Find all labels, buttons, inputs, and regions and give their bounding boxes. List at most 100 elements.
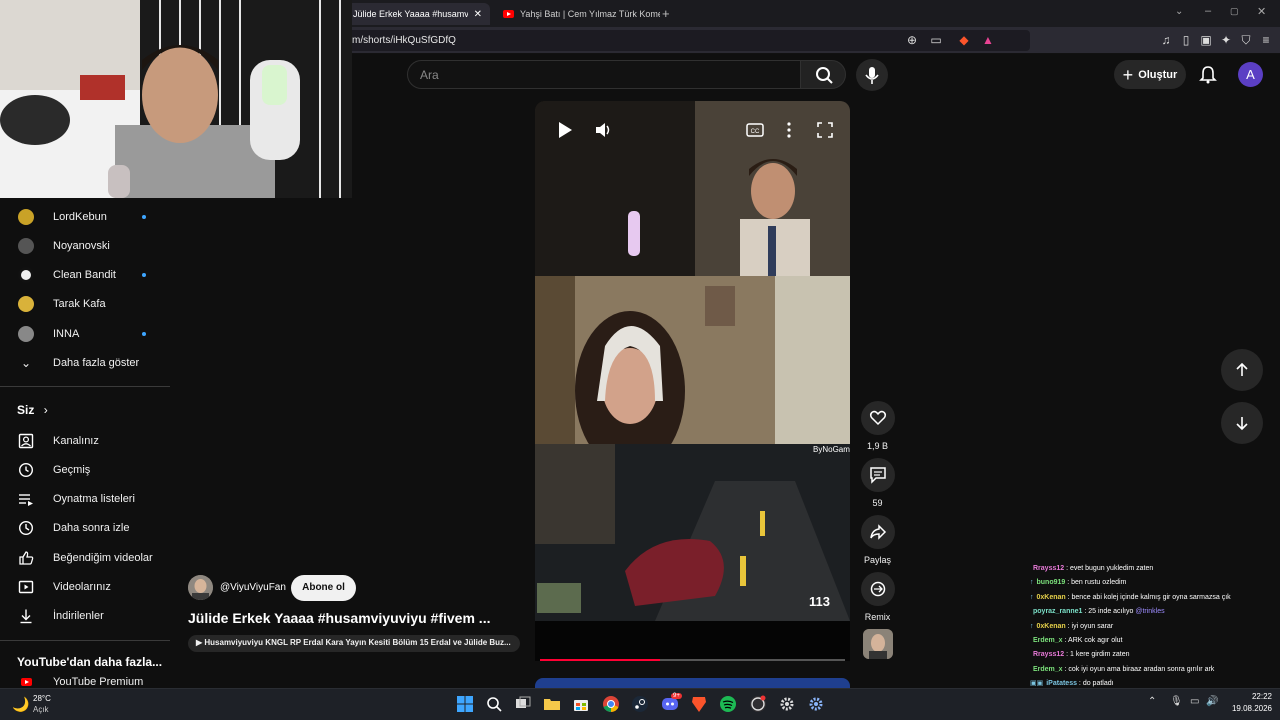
sidebar-item-downloads[interactable]: İndirilenler [0, 601, 170, 630]
spotify-icon[interactable] [719, 695, 737, 713]
sidebar-item-premium[interactable]: YouTube Premium [0, 675, 170, 689]
share-button[interactable] [860, 515, 895, 549]
start-icon[interactable] [456, 695, 474, 713]
live-indicator [142, 214, 146, 219]
captions-icon[interactable]: CC [745, 120, 765, 140]
shorts-video-player[interactable]: CC ByNoGam 113 [535, 101, 850, 661]
chevron-right-icon: › [43, 403, 48, 417]
cast-icon[interactable]: ▭ [928, 32, 944, 48]
like-action[interactable]: 1,9 B [860, 401, 895, 451]
svg-text:CC: CC [751, 129, 760, 135]
maximize-icon[interactable]: ▢ [1230, 6, 1239, 17]
download-icon [20, 609, 32, 623]
live-indicator [142, 272, 146, 277]
volume-icon[interactable] [593, 120, 613, 140]
wallet-icon[interactable]: ▣ [1198, 32, 1214, 48]
clock-date[interactable]: 19.08.2026 [1222, 704, 1272, 713]
sidebar-item-watch-later[interactable]: Daha sonra izle [0, 513, 170, 542]
search-input[interactable]: Ara [407, 60, 801, 89]
chat-message: Rrayss12 : evet bugun yukledim zaten [1030, 562, 1280, 576]
sidebar-item-your-videos[interactable]: Videolarınız [0, 572, 170, 601]
brave-icon[interactable] [690, 695, 708, 713]
brave-rewards-icon[interactable]: ▲ [980, 32, 996, 48]
next-short-preview[interactable] [535, 678, 850, 688]
settings-app-icon[interactable] [778, 695, 796, 713]
play-icon[interactable] [555, 120, 575, 140]
volume-tray-icon[interactable]: 🔊 [1206, 696, 1218, 707]
notifications-button[interactable] [1198, 64, 1218, 84]
stream-watermark: ByNoGam [813, 445, 850, 454]
sidebar-item-your-channel[interactable]: Kanalınız [0, 426, 170, 455]
sidebar-item-label: Clean Bandit [53, 268, 116, 281]
sidebar-divider [0, 640, 170, 641]
brave-shields-icon[interactable]: ◆ [956, 32, 972, 48]
obs-icon[interactable] [749, 695, 767, 713]
comment-action[interactable]: 59 [860, 458, 895, 508]
sidebar-item-liked-videos[interactable]: Beğendiğim videolar [0, 543, 170, 572]
sidebar-item-tarak-kafa[interactable]: Tarak Kafa [0, 289, 170, 318]
sidebar-item-inna[interactable]: INNA [0, 319, 170, 348]
search-icon[interactable] [485, 695, 503, 713]
channel-handle[interactable]: @ViyuViyuFan [220, 582, 286, 593]
leo-ai-icon[interactable]: ✦ [1218, 32, 1234, 48]
chat-message: Erdem_x : ARK cok agır olut [1030, 634, 1280, 648]
chat-username: Erdem_x [1033, 636, 1063, 644]
fullscreen-icon[interactable] [815, 120, 835, 140]
close-tab-icon[interactable]: ✕ [474, 9, 482, 20]
account-avatar[interactable]: A [1238, 62, 1263, 87]
task-view-icon[interactable] [514, 695, 532, 713]
vpn-icon[interactable]: ⛉ [1238, 32, 1254, 48]
remix-action[interactable]: Remix [860, 572, 895, 622]
share-action[interactable]: Paylaş [860, 515, 895, 565]
store-icon[interactable] [572, 695, 590, 713]
tab-list-icon[interactable]: ⌄ [1175, 6, 1183, 17]
sidebar-item-noyanovski[interactable]: Noyanovski [0, 231, 170, 260]
webcam-overlay [0, 0, 352, 198]
menu-icon[interactable]: ≡ [1258, 32, 1274, 48]
sidebar-item-playlists[interactable]: Oynatma listeleri [0, 484, 170, 513]
tab-yahsi-bati[interactable]: Yahşi Batı | Cem Yılmaz Türk Komedi [495, 3, 660, 25]
steam-icon[interactable] [631, 695, 649, 713]
clock-time[interactable]: 22:22 [1232, 692, 1272, 701]
sound-thumbnail[interactable] [863, 629, 893, 659]
media-icon[interactable]: ♫ [1158, 32, 1174, 48]
chat-username: buno919 [1036, 579, 1066, 587]
minimize-icon[interactable]: – [1205, 5, 1211, 17]
remix-button[interactable] [860, 572, 895, 606]
next-short-button[interactable] [1221, 402, 1263, 444]
more-options-icon[interactable] [779, 120, 799, 140]
sidebar-item-clean-bandit[interactable]: Clean Bandit [0, 260, 170, 289]
network-icon[interactable]: ▭ [1190, 696, 1199, 707]
sidebar-item-label: Tarak Kafa [53, 297, 106, 310]
sidebar-item-lordkebun[interactable]: LordKebun [0, 202, 170, 231]
show-more-button[interactable]: ⌄ Daha fazla göster [0, 348, 170, 377]
thumbs-up-icon [19, 550, 34, 565]
sound-avatar-image [863, 629, 893, 659]
you-section-header[interactable]: Siz › [17, 403, 48, 417]
like-button[interactable] [860, 401, 895, 435]
weather-sun-icon[interactable]: 🌙 [12, 696, 29, 713]
zoom-icon[interactable]: ⊕ [904, 32, 920, 48]
tab-active[interactable]: Jülide Erkek Yaaaa #husamviyuviyu ✕ [345, 3, 490, 25]
sidebar-item-history[interactable]: Geçmiş [0, 455, 170, 484]
comment-button[interactable] [860, 458, 895, 492]
new-tab-button[interactable]: + [662, 6, 670, 21]
chrome-icon[interactable] [602, 695, 620, 713]
playlist-title: Husamviyuviyu KNGL RP Erdal Kara Yayın K… [204, 638, 511, 647]
tray-overflow-icon[interactable]: ⌃ [1148, 696, 1156, 707]
create-button[interactable]: + Oluştur [1114, 60, 1186, 89]
close-window-icon[interactable]: ✕ [1257, 5, 1266, 18]
gear-icon[interactable] [807, 695, 825, 713]
microphone-tray-icon[interactable]: 🎙 [1170, 696, 1183, 707]
file-explorer-icon[interactable] [543, 695, 561, 713]
subscribe-button[interactable]: Abone ol [291, 575, 356, 601]
voice-search-button[interactable] [856, 59, 888, 91]
sidebar-toggle-icon[interactable]: ▯ [1178, 32, 1194, 48]
playlist-chip[interactable]: ▶ Husamviyuviyu KNGL RP Erdal Kara Yayın… [188, 635, 520, 652]
sidebar-divider [0, 386, 170, 387]
address-bar[interactable]: m/shorts/iHkQuSfGDfQ [340, 30, 1030, 51]
search-button[interactable] [800, 60, 846, 89]
sidebar-item-label: Geçmiş [53, 463, 91, 476]
channel-avatar[interactable] [188, 575, 213, 600]
previous-short-button[interactable] [1221, 349, 1263, 391]
